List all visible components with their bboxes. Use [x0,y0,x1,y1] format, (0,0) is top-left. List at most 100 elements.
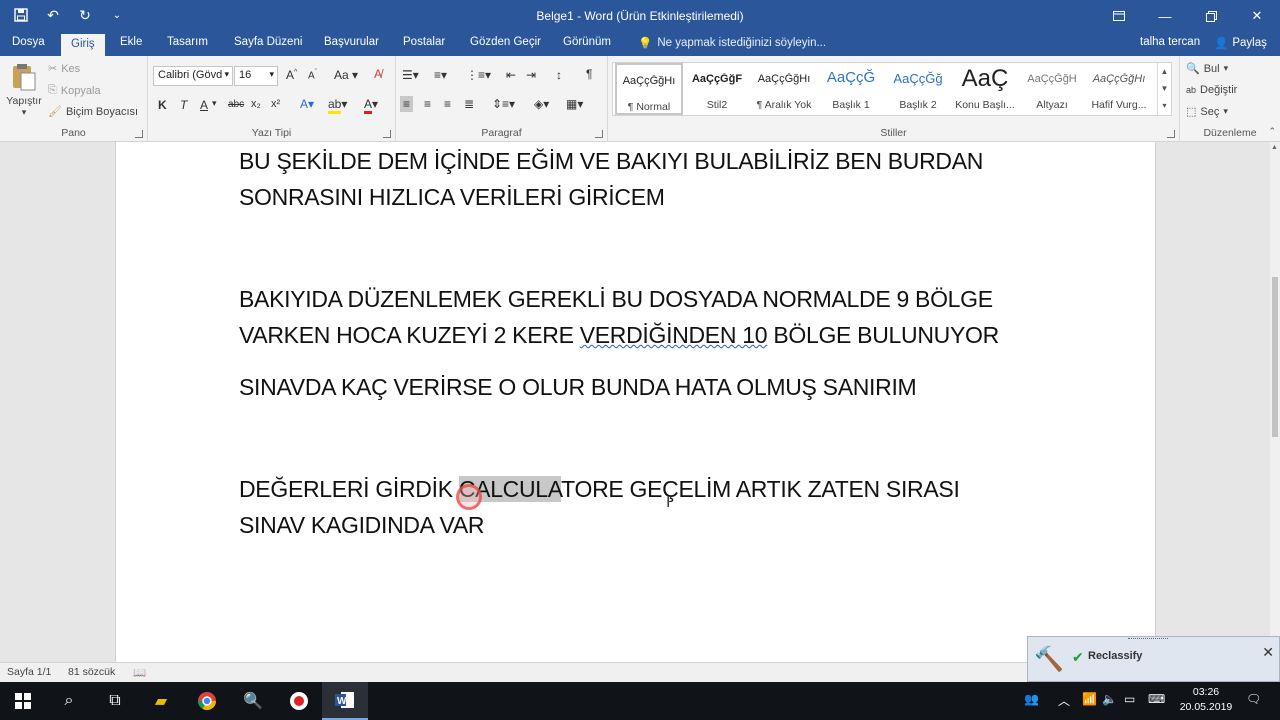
bullets-icon[interactable]: ☰▾ [402,68,419,82]
strikethrough-button[interactable]: abc [228,99,244,110]
chevron-up-icon[interactable]: ︿ [1058,692,1070,709]
notifications-icon[interactable]: 🗨 [1246,692,1261,706]
style-stil2[interactable]: AaÇçĞğF Stil2 [683,63,751,115]
doc-line-6[interactable]: DEĞERLERİ GİRDİK CALCULATORE GEÇELİM ART… [239,476,960,503]
page-count[interactable]: Sayfa 1/1 [7,666,51,678]
task-view-icon[interactable]: ⧉ [92,682,138,720]
app-icon[interactable]: ▰ [138,682,184,720]
restore-icon[interactable] [1188,0,1234,32]
windows-start-icon[interactable] [0,682,46,720]
scroll-up-icon[interactable]: ▲ [1271,144,1278,151]
tab-view[interactable]: Görünüm [563,36,611,48]
replace-button[interactable]: ab Değiştir [1186,84,1237,96]
volume-icon[interactable]: 🔈 [1102,692,1117,706]
tab-file[interactable]: Dosya [12,36,45,48]
doc-line-1[interactable]: BU ŞEKİLDE DEM İÇİNDE EĞİM VE BAKIYI BUL… [239,148,983,175]
shading-icon[interactable]: ◈▾ [534,97,549,111]
tell-me-box[interactable]: 💡 Ne yapmak istediğinizi söyleyin... [638,36,826,50]
cut-button[interactable]: ✂ Kes [48,62,80,76]
sort-icon[interactable]: ↕ [556,68,562,82]
clipboard-launcher-icon[interactable] [135,130,143,138]
bold-button[interactable]: K [158,98,167,112]
style-no-spacing[interactable]: AaÇçĞğHı ¶ Aralık Yok [750,63,818,115]
tab-insert[interactable]: Ekle [120,36,142,48]
font-size-select[interactable]: 16 ▾ [234,66,278,86]
undo-icon[interactable]: ↶ [44,6,62,24]
style-title[interactable]: AaÇ Konu Başlı... [951,63,1019,115]
window-icon[interactable]: ▭ [1124,692,1135,706]
chrome-icon[interactable] [184,682,230,720]
format-painter-button[interactable]: 🖌 Biçim Boyacısı [48,105,138,119]
proofing-icon[interactable]: 📖 [133,666,146,679]
tab-design[interactable]: Tasarım [167,36,208,48]
borders-icon[interactable]: ▦▾ [566,97,583,111]
justify-icon[interactable]: ≣ [464,97,474,111]
tab-home[interactable]: Giriş [61,34,105,56]
keyboard-icon[interactable]: ⌨ [1148,692,1165,706]
font-color-icon[interactable]: A▾ [364,97,378,114]
doc-line-7[interactable]: SINAV KAGIDINDA VAR [239,512,485,539]
increase-indent-icon[interactable]: ⇥ [526,68,536,82]
underline-dropdown-icon[interactable]: ▾ [212,98,217,109]
multilevel-list-icon[interactable]: ⋮≡▾ [466,68,491,82]
align-center-icon[interactable]: ≡ [424,97,431,111]
doc-line-3[interactable]: BAKIYIDA DÜZENLEMEK GEREKLİ BU DOSYADA N… [239,286,993,313]
grow-font-icon[interactable]: A^ [286,68,297,82]
paste-button[interactable]: Yapıştır ▾ [6,62,42,118]
change-case-button[interactable]: Aa ▾ [334,68,358,82]
style-normal[interactable]: AaÇçĞğHı ¶ Normal [615,63,683,115]
underline-button[interactable]: A [200,98,208,112]
style-heading-2[interactable]: AaÇçĞğ Başlık 2 [884,63,952,115]
doc-line-5[interactable]: SINAVDA KAÇ VERİRSE O OLUR BUNDA HATA OL… [239,374,917,401]
vertical-scrollbar[interactable]: ▲ [1270,142,1280,662]
document-page[interactable]: BU ŞEKİLDE DEM İÇİNDE EĞİM VE BAKIYI BUL… [115,142,1156,662]
style-subtle-emphasis[interactable]: AaÇçĞğHı Hafif Vurg... [1085,63,1153,115]
line-spacing-icon[interactable]: ⇕≡▾ [492,97,515,111]
subscript-button[interactable]: x₂ [251,98,261,110]
customize-qat-icon[interactable]: ⌄ [108,6,126,24]
decrease-indent-icon[interactable]: ⇤ [506,68,516,82]
paste-dropdown-icon[interactable]: ▾ [6,107,42,118]
shrink-font-icon[interactable]: Aˇ [308,69,317,81]
tab-mailings[interactable]: Postalar [403,36,445,48]
numbering-icon[interactable]: ≡▾ [434,68,447,82]
search-icon[interactable]: ⌕ [46,682,92,720]
paragraph-launcher-icon[interactable] [595,130,603,138]
share-button[interactable]: 👤 Paylaş [1214,36,1267,50]
font-launcher-icon[interactable] [383,130,391,138]
styles-launcher-icon[interactable] [1167,130,1175,138]
spelling-error-text[interactable]: VERDİĞİNDEN 10 [580,322,768,348]
clock[interactable]: 03:26 20.05.2019 [1178,685,1234,715]
style-heading-1[interactable]: AaÇçĞ Başlık 1 [817,63,885,115]
styles-scroll[interactable]: ▲ ▼ ▾ [1157,63,1171,115]
save-icon[interactable] [12,6,30,24]
text-effects-icon[interactable]: A▾ [300,97,314,111]
collapse-ribbon-icon[interactable]: ⌃ [1268,126,1276,137]
minimize-icon[interactable]: — [1142,0,1188,32]
tab-review[interactable]: Gözden Geçir [470,36,541,48]
superscript-button[interactable]: x² [271,98,280,110]
record-icon[interactable] [276,682,322,720]
close-icon[interactable]: ✕ [1234,0,1280,32]
redo-icon[interactable]: ↻ [76,6,94,24]
wifi-icon[interactable]: 📶 [1082,692,1097,706]
ribbon-display-options-icon[interactable] [1096,0,1142,32]
tab-references[interactable]: Başvurular [324,36,379,48]
doc-line-2[interactable]: SONRASINI HIZLICA VERİLERİ GİRİCEM [239,184,665,211]
word-count[interactable]: 81 sözcük [68,666,115,678]
find-button[interactable]: 🔍 Bul ▾ [1186,62,1228,76]
tab-layout[interactable]: Sayfa Düzeni [234,36,302,48]
align-left-icon[interactable]: ≡ [400,96,414,112]
people-icon[interactable]: 👥 [1024,692,1039,706]
clear-formatting-icon[interactable]: A̸ [374,67,382,81]
copy-button[interactable]: ⎘ Kopyala [48,84,101,97]
doc-line-4[interactable]: VARKEN HOCA KUZEYİ 2 KERE VERDİĞİNDEN 10… [239,322,999,349]
align-right-icon[interactable]: ≡ [444,97,451,111]
italic-button[interactable]: T [180,98,187,112]
magnifier-icon[interactable]: 🔍 [230,682,276,720]
user-name[interactable]: talha tercan [1140,36,1200,48]
close-icon[interactable]: ✕ [1262,644,1274,661]
select-button[interactable]: ⬚ Seç ▾ [1186,105,1228,119]
word-icon[interactable]: W [322,682,368,720]
style-subtitle[interactable]: AaÇçĞğH Altyazı [1018,63,1086,115]
